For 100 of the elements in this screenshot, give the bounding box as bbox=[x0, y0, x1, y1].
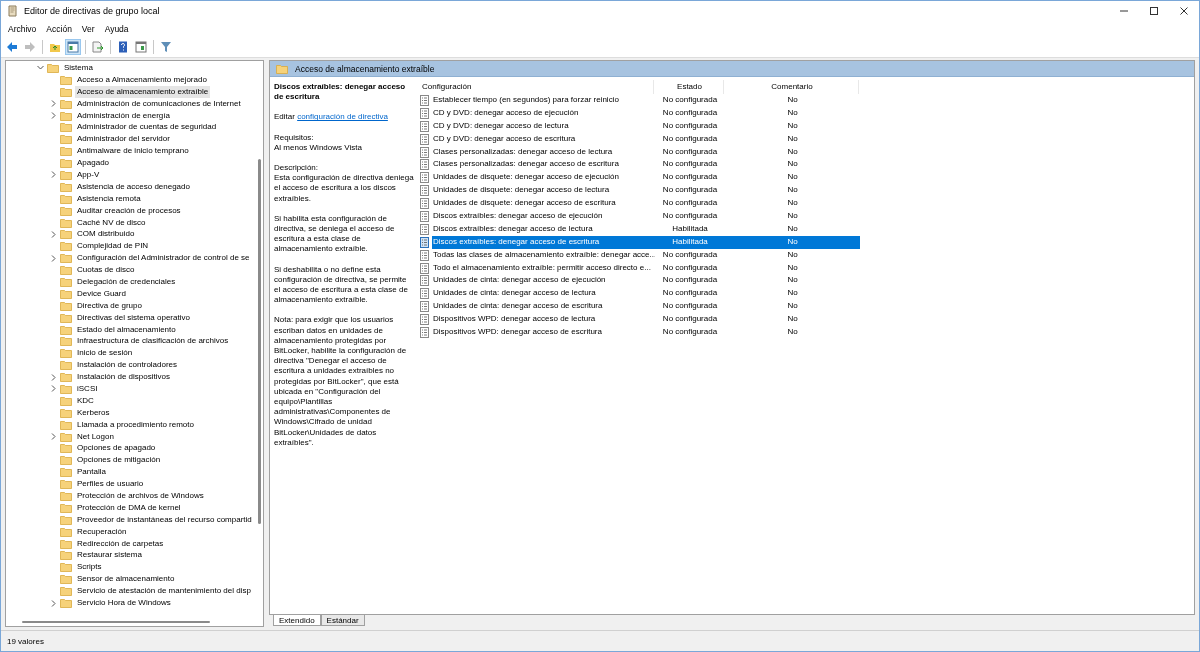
expand-chevron-icon[interactable] bbox=[49, 111, 58, 120]
comment-cell-text: No bbox=[786, 197, 799, 210]
tree-item[interactable]: Directiva de grupo bbox=[75, 299, 144, 312]
toolbar-button[interactable] bbox=[90, 39, 106, 55]
tree-item[interactable]: Net Logon bbox=[75, 430, 116, 443]
tree-item[interactable]: Servicio Hora de Windows bbox=[75, 597, 173, 610]
tree-item[interactable]: Protección de archivos de Windows bbox=[75, 490, 206, 502]
tree-item[interactable]: Asistencia de acceso denegado bbox=[75, 180, 192, 193]
tree-item[interactable]: Caché NV de disco bbox=[75, 216, 148, 229]
setting-name: Unidades de cinta: denegar acceso de ejecución bbox=[432, 274, 607, 287]
expand-chevron-icon[interactable] bbox=[49, 229, 58, 239]
tree-item[interactable]: Opciones de apagado bbox=[75, 442, 158, 455]
tree-item[interactable]: Administración de energía bbox=[75, 109, 172, 122]
tree-item[interactable]: Opciones de mitigación bbox=[75, 454, 163, 467]
tree-item[interactable]: Recuperación bbox=[75, 525, 129, 538]
comment-cell-text: No bbox=[786, 326, 799, 339]
tree-item[interactable]: Administración de comunicaciones de Internet bbox=[75, 97, 243, 110]
tree-item[interactable]: COM distribuido bbox=[75, 228, 137, 241]
tree-item[interactable]: Estado del almacenamiento bbox=[75, 323, 178, 336]
expand-chevron-icon[interactable] bbox=[49, 170, 58, 180]
policy-row[interactable]: Unidades de cinta: denegar acceso de escritura No configurada No bbox=[432, 300, 860, 314]
column-header[interactable]: Comentario bbox=[724, 80, 859, 94]
toolbar-button[interactable] bbox=[65, 39, 81, 55]
policy-row[interactable]: CD y DVD: denegar acceso de escritura No configurada No bbox=[432, 132, 860, 146]
toolbar-button[interactable] bbox=[133, 39, 149, 55]
expand-chevron-icon[interactable] bbox=[49, 432, 58, 442]
tree-item[interactable]: Delegación de credenciales bbox=[75, 276, 178, 288]
tree-item[interactable]: Apagado bbox=[75, 157, 112, 170]
setting-name: Establecer tiempo (en segundos) para forzar reinicio bbox=[432, 94, 620, 106]
tree-item[interactable]: Administrador de cuentas de seguridad bbox=[75, 121, 219, 134]
tree-item[interactable]: Protección de DMA de kernel bbox=[75, 501, 183, 514]
tree-item[interactable]: Redirección de carpetas bbox=[75, 537, 166, 550]
tree-item[interactable]: Scripts bbox=[75, 561, 104, 574]
tree-item[interactable]: Servicio de atestación de mantenimiento del disp bbox=[75, 585, 253, 598]
help-icon bbox=[117, 41, 129, 53]
policy-row[interactable]: Unidades de cinta: denegar acceso de lectura No configurada No bbox=[432, 287, 860, 301]
tree-item[interactable]: Inicio de sesión bbox=[75, 347, 135, 360]
edit-policy-link[interactable]: configuración de directiva bbox=[297, 112, 388, 122]
menu-item[interactable]: Acción bbox=[41, 24, 77, 34]
setting-name: CD y DVD: denegar acceso de ejecución bbox=[432, 106, 580, 119]
policy-row[interactable]: Clases personalizadas: denegar acceso de escritura No configurada No bbox=[432, 158, 860, 172]
tree-item[interactable]: Acceso de almacenamiento extraíble bbox=[75, 85, 211, 98]
view-tab[interactable]: Extendido bbox=[273, 615, 321, 626]
policy-row[interactable]: Dispositivos WPD: denegar acceso de lectura No configurada No bbox=[432, 313, 860, 327]
folder-icon bbox=[60, 86, 72, 97]
policy-row[interactable]: Unidades de disquete: denegar acceso de lectura No configurada No bbox=[432, 184, 860, 198]
policy-row[interactable]: Unidades de cinta: denegar acceso de ejecución No configurada No bbox=[432, 274, 860, 288]
tree-item[interactable]: Complejidad de PIN bbox=[75, 240, 151, 253]
expand-chevron-icon[interactable] bbox=[49, 372, 58, 382]
policy-row[interactable]: Unidades de disquete: denegar acceso de escritura No configurada No bbox=[432, 197, 860, 210]
expand-chevron-icon[interactable] bbox=[49, 253, 58, 263]
tree-item[interactable]: Device Guard bbox=[75, 287, 128, 300]
toolbar-button[interactable] bbox=[158, 39, 174, 55]
setting-name: Discos extraíbles: denegar acceso de lectura bbox=[432, 222, 594, 235]
menu-item[interactable]: Ver bbox=[76, 24, 100, 34]
policy-row[interactable]: Discos extraíbles: denegar acceso de escritura Habilitada No bbox=[432, 235, 860, 249]
tree-item[interactable]: Sensor de almacenamiento bbox=[75, 573, 177, 586]
tree-item[interactable]: Antimalware de inicio temprano bbox=[75, 145, 191, 158]
tree-item[interactable]: Llamada a procedimiento remoto bbox=[75, 418, 196, 431]
setting-name: Unidades de disquete: denegar acceso de ejecución bbox=[432, 171, 620, 184]
tree-item[interactable]: Asistencia remota bbox=[75, 192, 143, 205]
tree-item[interactable]: iSCSI bbox=[75, 383, 100, 395]
column-header[interactable]: Estado bbox=[654, 80, 724, 94]
tree-item[interactable]: Instalación de dispositivos bbox=[75, 371, 172, 384]
tree-item[interactable]: Auditar creación de procesos bbox=[75, 204, 183, 217]
tree-item[interactable]: App-V bbox=[75, 168, 102, 181]
policy-row[interactable]: Discos extraíbles: denegar acceso de lectura Habilitada No bbox=[432, 222, 860, 236]
policy-row[interactable]: CD y DVD: denegar acceso de lectura No configurada No bbox=[432, 119, 860, 133]
expand-chevron-icon[interactable] bbox=[49, 598, 58, 608]
policy-row[interactable]: Establecer tiempo (en segundos) para forzar reinicio No configurada No bbox=[432, 94, 860, 107]
tree-item[interactable]: Directivas del sistema operativo bbox=[75, 311, 192, 324]
tree-item[interactable]: Cuotas de disco bbox=[75, 264, 137, 277]
tree-item[interactable]: Instalación de controladores bbox=[75, 359, 180, 372]
scrollbar-thumb[interactable] bbox=[22, 621, 210, 623]
policy-row[interactable]: CD y DVD: denegar acceso de ejecución No configurada No bbox=[432, 106, 860, 120]
scrollbar-thumb[interactable] bbox=[258, 159, 261, 524]
policy-row[interactable]: Dispositivos WPD: denegar acceso de escritura No configurada No bbox=[432, 326, 860, 339]
setting-name: Unidades de disquete: denegar acceso de lectura bbox=[432, 184, 611, 197]
policy-row[interactable]: Unidades de disquete: denegar acceso de ejecución No configurada No bbox=[432, 171, 860, 185]
tree-item[interactable]: KDC bbox=[75, 394, 96, 407]
tree-item[interactable]: Sistema bbox=[62, 61, 95, 74]
policy-row[interactable]: Clases personalizadas: denegar acceso de lectura No configurada No bbox=[432, 145, 860, 159]
policy-row[interactable]: Discos extraíbles: denegar acceso de ejecución No configurada No bbox=[432, 210, 860, 223]
tree-item[interactable]: Infraestructura de clasificación de archivos bbox=[75, 335, 231, 348]
policy-row[interactable]: Todo el almacenamiento extraíble: permitir acceso directo e... No configurada No bbox=[432, 261, 860, 275]
expand-chevron-icon[interactable] bbox=[49, 384, 58, 394]
view-tab[interactable]: Estándar bbox=[320, 615, 365, 626]
column-header[interactable]: Configuración bbox=[420, 80, 654, 94]
tree-item[interactable]: Kerberos bbox=[75, 406, 112, 419]
expand-chevron-icon[interactable] bbox=[49, 99, 58, 109]
tree-item[interactable]: Configuración del Administrador de control de se bbox=[75, 252, 252, 265]
tree-item[interactable]: Proveedor de instantáneas del recurso compartid bbox=[75, 513, 254, 526]
menu-item[interactable]: Ayuda bbox=[99, 24, 134, 34]
tree-item[interactable]: Perfiles de usuario bbox=[75, 478, 146, 491]
tree-item[interactable]: Acceso a Almacenamiento mejorado bbox=[75, 73, 209, 86]
tree-item[interactable]: Restaurar sistema bbox=[75, 549, 144, 562]
policy-row[interactable]: Todas las clases de almacenamiento extraíble: denegar acce... No configurada No bbox=[432, 248, 860, 262]
tree-item[interactable]: Pantalla bbox=[75, 466, 108, 479]
tree-item[interactable]: Administrador del servidor bbox=[75, 133, 172, 146]
menu-item[interactable]: Archivo bbox=[3, 24, 42, 34]
